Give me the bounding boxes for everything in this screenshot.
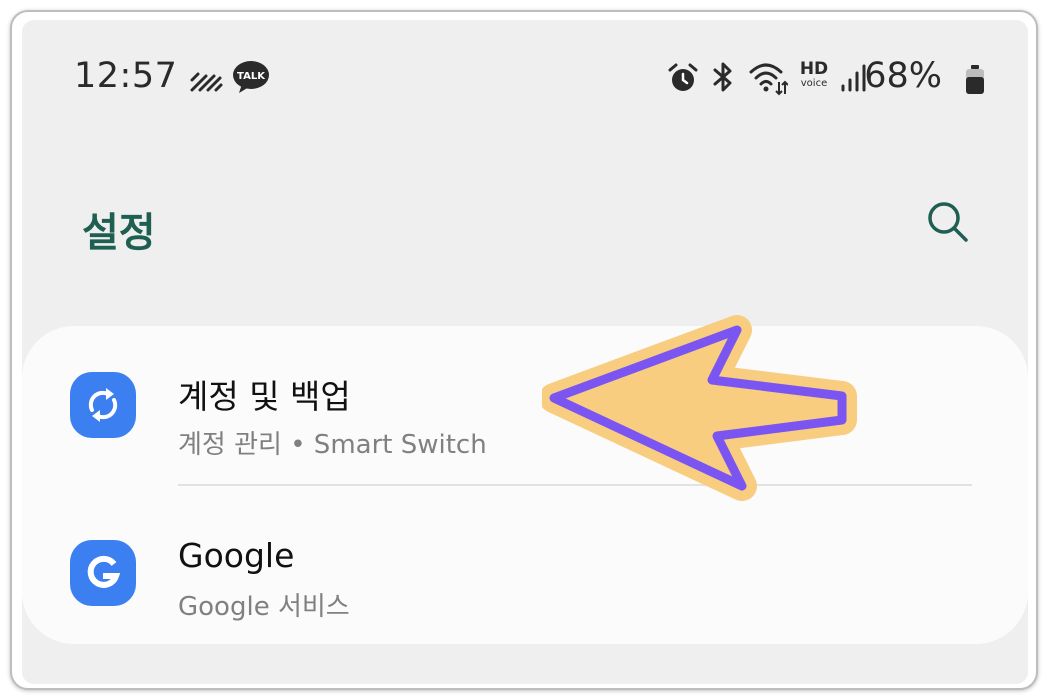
google-icon bbox=[70, 540, 136, 606]
kakaotalk-icon: TALK bbox=[233, 61, 269, 93]
wifi-icon bbox=[749, 63, 788, 96]
hd-voice-icon: HD voice bbox=[799, 59, 829, 89]
screenshot-frame: 12:57 TALK HD voice 68% 설정 계정 및 백업 계정 관리… bbox=[10, 10, 1038, 690]
pointer-arrow-icon bbox=[542, 315, 857, 501]
settings-item-title: 계정 및 백업 bbox=[178, 377, 351, 416]
phone-screen: 12:57 TALK HD voice 68% 설정 계정 및 백업 계정 관리… bbox=[22, 20, 1028, 684]
settings-item-title: Google bbox=[178, 536, 295, 575]
settings-item-subtitle: 계정 관리 • Smart Switch bbox=[178, 430, 487, 460]
search-icon[interactable] bbox=[922, 196, 976, 250]
bluetooth-icon bbox=[713, 62, 732, 92]
settings-item-subtitle: Google 서비스 bbox=[178, 592, 350, 622]
signal-noise-icon bbox=[190, 72, 223, 92]
status-bar: 12:57 TALK HD voice 68% bbox=[22, 20, 1028, 130]
svg-text:TALK: TALK bbox=[237, 71, 266, 82]
battery-icon bbox=[966, 65, 984, 94]
battery-percentage: 68% bbox=[864, 56, 942, 96]
status-time: 12:57 bbox=[74, 56, 178, 96]
page-title: 설정 bbox=[82, 210, 156, 256]
alarm-icon bbox=[668, 63, 698, 91]
sync-icon bbox=[70, 372, 136, 438]
